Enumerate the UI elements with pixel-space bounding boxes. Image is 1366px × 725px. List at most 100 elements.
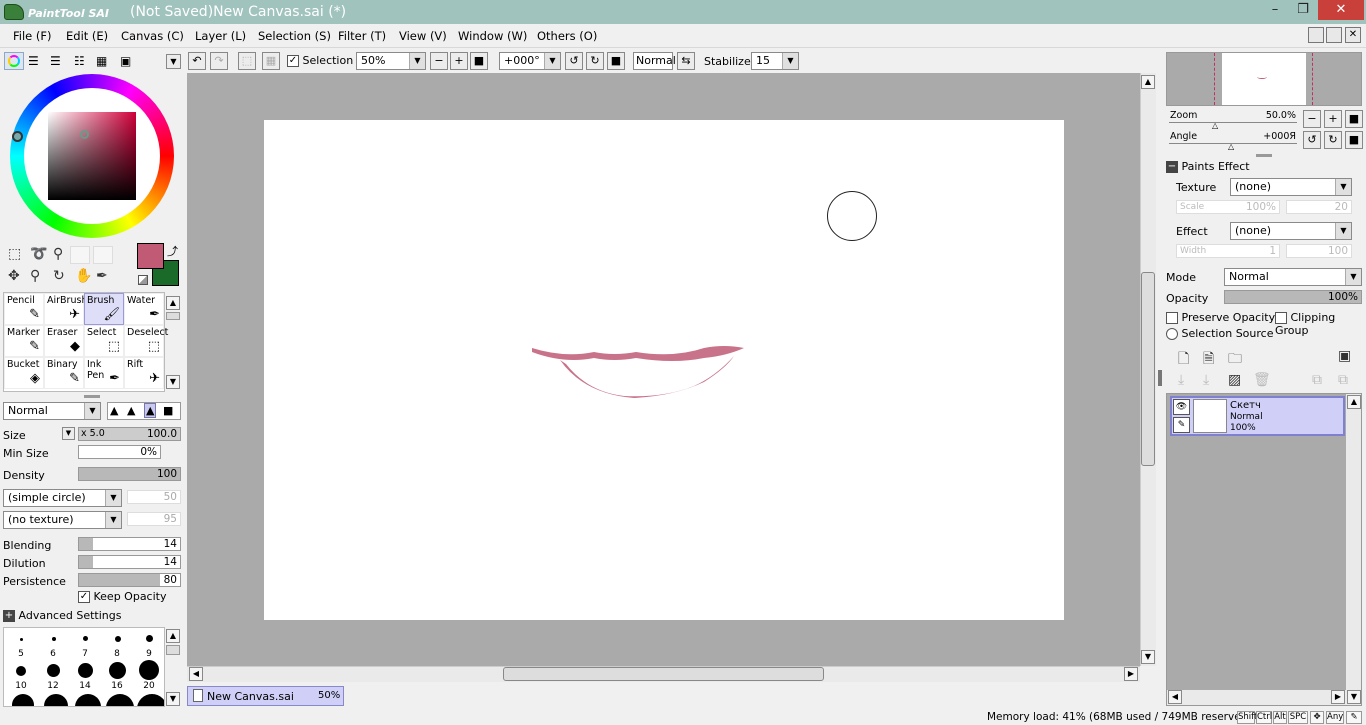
color-picker-cursor[interactable]	[80, 130, 89, 139]
panel-menu-button[interactable]: ▼	[166, 54, 181, 69]
layer-scroll-left[interactable]: ◀	[1168, 690, 1182, 704]
mdi-close-button[interactable]: ✕	[1345, 27, 1361, 43]
hand-icon[interactable]: ✋	[75, 268, 92, 284]
min-size-slider[interactable]: 0%	[78, 445, 161, 459]
selection-source-toggle[interactable]: Selection Source	[1166, 327, 1273, 340]
tool-water[interactable]: Water ✒	[124, 293, 164, 325]
mdi-restore-button[interactable]	[1326, 27, 1342, 43]
lasso-icon[interactable]: ➰	[30, 246, 47, 262]
zoom-select[interactable]: 50% ▼	[356, 52, 426, 70]
tool-brush[interactable]: Brush 🖌	[84, 293, 124, 325]
brush-dot-8[interactable]	[115, 636, 121, 642]
slider-thumb-icon[interactable]: △	[1212, 121, 1218, 130]
preserve-opacity-checkbox[interactable]	[1166, 312, 1178, 324]
layer-item[interactable]: 👁 ✎ Скетч Normal 100%	[1170, 396, 1345, 436]
brush-dot-12[interactable]	[47, 664, 60, 677]
minimize-button[interactable]: –	[1262, 0, 1288, 20]
menu-layer[interactable]: Layer (L)	[195, 29, 246, 43]
rotate-reset-button[interactable]: ■	[607, 52, 625, 70]
scratchpad-tab[interactable]: ▣	[120, 54, 131, 68]
transfer-down-icon[interactable]: ⤓	[1178, 372, 1184, 388]
paints-effect-header[interactable]: − Paints Effect	[1166, 160, 1250, 173]
tool-scroll-up[interactable]: ▲	[166, 296, 180, 310]
brush-mode-select[interactable]: Normal ▼	[3, 402, 101, 420]
brush-dot-row3[interactable]	[44, 694, 68, 706]
blend-mode-select[interactable]: Normal	[633, 52, 676, 70]
slider-thumb-icon[interactable]: △	[1228, 142, 1234, 151]
invert-selection-button[interactable]: ▦	[262, 52, 280, 70]
delete-layer-icon[interactable]: 🗑	[1253, 372, 1271, 388]
edge-hard-icon[interactable]: ▲	[144, 403, 157, 418]
layer-opacity-slider[interactable]: 100%	[1224, 290, 1362, 304]
canvas-vscroll-thumb[interactable]	[1141, 272, 1155, 466]
tool-bucket[interactable]: Bucket ◈	[4, 357, 44, 389]
nav-rotate-left-button[interactable]: ↺	[1303, 131, 1321, 149]
eye-icon[interactable]: 👁	[1173, 399, 1190, 415]
tool-scroll-thumb[interactable]	[166, 312, 180, 320]
canvas-scroll-right[interactable]: ▶	[1124, 667, 1138, 681]
menu-canvas[interactable]: Canvas (C)	[121, 29, 184, 43]
rotate-right-button[interactable]: ↻	[586, 52, 604, 70]
clipping-group-toggle[interactable]: Clipping Group	[1275, 311, 1366, 337]
layer-scroll-up[interactable]: ▲	[1347, 395, 1361, 409]
brush-dot-row3[interactable]	[75, 694, 101, 706]
nav-zoom-in-button[interactable]: +	[1324, 110, 1342, 128]
swap-colors-icon[interactable]: ⤴	[167, 243, 178, 259]
layer-hscrollbar[interactable]	[1167, 690, 1346, 705]
keep-opacity-toggle[interactable]: ✓ Keep Opacity	[78, 590, 167, 603]
layer-scrollbar[interactable]	[1346, 394, 1361, 705]
keep-opacity-checkbox[interactable]: ✓	[78, 591, 90, 603]
panel-splitter[interactable]	[84, 395, 100, 398]
tool-airbrush[interactable]: AirBrush ✈	[44, 293, 87, 325]
selection-checkbox[interactable]: ✓	[287, 55, 299, 67]
saturation-value-square[interactable]	[48, 112, 136, 200]
brush-dot-row3[interactable]	[137, 694, 164, 706]
brush-dot-10[interactable]	[16, 666, 26, 676]
rect-select-icon[interactable]: ⬚	[8, 246, 21, 262]
tool-scroll-down[interactable]: ▼	[166, 375, 180, 389]
brush-texture-select[interactable]: (no texture) ▼	[3, 511, 122, 529]
brush-dot-7[interactable]	[83, 636, 88, 641]
rotate-icon[interactable]: ↻	[53, 268, 65, 284]
brush-dot-5[interactable]	[20, 638, 23, 641]
menu-file[interactable]: File (F)	[13, 29, 52, 43]
mdi-minimize-button[interactable]	[1308, 27, 1324, 43]
tool-deselect[interactable]: Deselect ⬚	[124, 325, 168, 357]
zoom-in-button[interactable]: +	[450, 52, 468, 70]
menu-selection[interactable]: Selection (S)	[258, 29, 331, 43]
dilution-slider[interactable]: 14	[78, 555, 181, 569]
presets-scroll-down[interactable]: ▼	[166, 692, 180, 706]
rgb-slider-tab[interactable]: ☰	[28, 54, 39, 68]
menu-view[interactable]: View (V)	[399, 29, 447, 43]
new-folder-icon[interactable]: 🗀	[1228, 348, 1242, 372]
shape-strength-slider[interactable]: 50	[127, 490, 181, 504]
menu-filter[interactable]: Filter (T)	[338, 29, 386, 43]
edge-soft-icon[interactable]: ▲	[110, 404, 118, 417]
layer-scroll-right[interactable]: ▶	[1331, 690, 1345, 704]
canvas-scroll-down[interactable]: ▼	[1141, 650, 1155, 664]
blending-slider[interactable]: 14	[78, 537, 181, 551]
flip-horizontal-button[interactable]: ⇆	[677, 52, 695, 70]
canvas-scroll-up[interactable]: ▲	[1141, 75, 1155, 89]
canvas-hscroll-thumb[interactable]	[503, 667, 824, 681]
density-slider[interactable]: 100	[78, 467, 181, 481]
menu-others[interactable]: Others (O)	[537, 29, 597, 43]
tool-pencil[interactable]: Pencil ✎	[4, 293, 44, 325]
brush-dot-16[interactable]	[109, 662, 126, 679]
persistence-slider[interactable]: 80	[78, 573, 181, 587]
brush-shape-select[interactable]: (simple circle) ▼	[3, 489, 122, 507]
new-layer-mask-icon[interactable]: ▣	[1338, 348, 1351, 364]
primary-color-swatch[interactable]	[137, 243, 164, 269]
stabilizer-select[interactable]: 15 ▼	[751, 52, 799, 70]
selection-toggle[interactable]: ✓ Selection	[287, 54, 353, 67]
presets-scroll-up[interactable]: ▲	[166, 629, 180, 643]
effect-strength-slider[interactable]: 100	[1286, 244, 1352, 258]
edge-solid-icon[interactable]: ■	[163, 404, 173, 417]
tool-rift[interactable]: Rift ✈	[124, 357, 164, 389]
effect-select[interactable]: (none) ▼	[1230, 222, 1352, 240]
panel-splitter[interactable]	[1256, 154, 1272, 157]
apply-mask-icon[interactable]: ⧉	[1312, 372, 1322, 388]
zoom-reset-button[interactable]: ■	[470, 52, 488, 70]
menu-window[interactable]: Window (W)	[458, 29, 527, 43]
menu-edit[interactable]: Edit (E)	[66, 29, 108, 43]
